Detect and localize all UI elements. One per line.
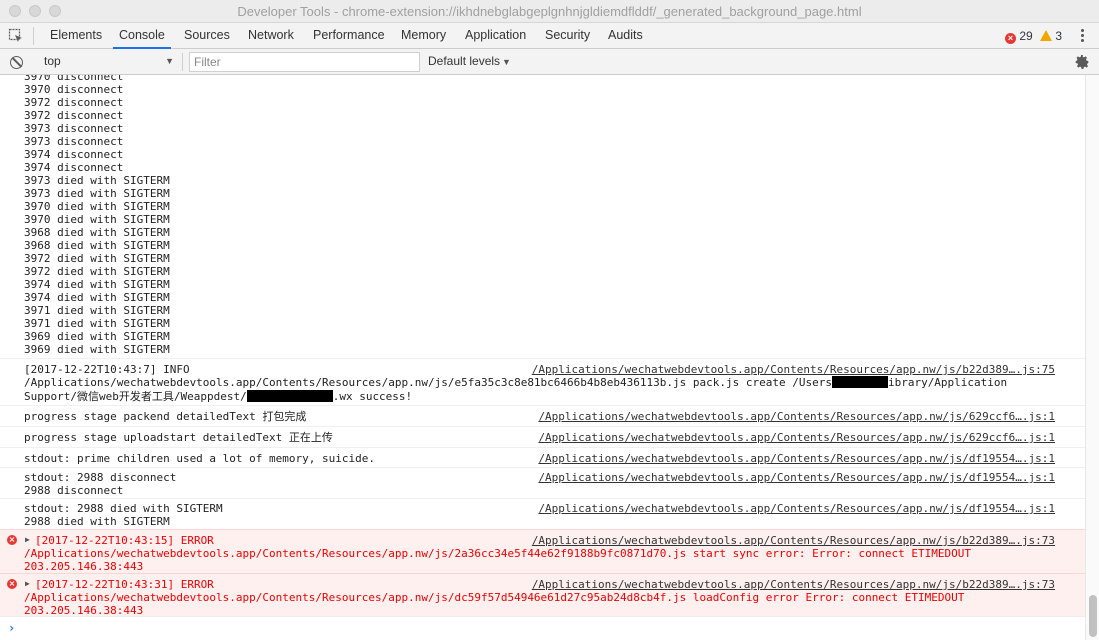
window-title: Developer Tools - chrome-extension://ikh… [237,4,862,19]
source-link[interactable]: /Applications/wechatwebdevtools.app/Cont… [538,431,1055,444]
plain-log-lines: 3970 disconnect 3970 disconnect 3972 dis… [24,75,170,356]
tab-security[interactable]: Security [545,23,590,49]
expand-triangle-icon[interactable]: ▶ [25,535,30,544]
log-levels-label: Default levels [428,54,501,68]
message-text: stdout: 2988 disconnect 2988 disconnect [24,471,177,497]
console-messages: 3970 disconnect 3970 disconnect 3972 dis… [0,75,1085,640]
message-text: progress stage uploadstart detailedText … [24,431,333,444]
tab-network[interactable]: Network [248,23,294,49]
tab-elements[interactable]: Elements [50,23,102,49]
console-message-info: [2017-12-22T10:43:7] INFO /Applications/… [0,358,1085,404]
tab-application[interactable]: Application [465,23,526,49]
caret-down-icon: ▼ [502,57,511,67]
window-title-bar: Developer Tools - chrome-extension://ikh… [0,0,1099,23]
tab-console[interactable]: Console [113,23,171,49]
context-select[interactable]: top ▼ [36,52,178,71]
expand-triangle-icon[interactable]: ▶ [25,579,30,588]
console-message: stdout: 2988 died with SIGTERM 2988 died… [0,498,1085,529]
filter-input[interactable] [189,52,420,72]
console-message: stdout: 2988 disconnect 2988 disconnect … [0,467,1085,498]
console-message-error: × ▶ [2017-12-22T10:43:31] ERROR /Applica… [0,573,1085,617]
console-message: progress stage packend detailedText 打包完成… [0,405,1085,426]
inspect-element-icon[interactable] [8,28,24,44]
console-message: stdout: prime children used a lot of mem… [0,447,1085,467]
divider [33,27,34,45]
divider [182,53,183,71]
scrollbar-thumb[interactable] [1089,595,1097,637]
context-value: top [44,54,61,68]
source-link[interactable]: /Applications/wechatwebdevtools.app/Cont… [532,534,1055,547]
tab-sources[interactable]: Sources [184,23,230,49]
console-scrollbar[interactable] [1085,75,1099,640]
warning-count: 3 [1055,29,1063,43]
console-message-error: × ▶ [2017-12-22T10:43:15] ERROR /Applica… [0,529,1085,573]
devtools-tab-bar: Elements Console Sources Network Perform… [0,23,1099,49]
issue-counts[interactable]: × 29 3 [1005,28,1062,44]
kebab-menu-icon[interactable] [1076,27,1088,45]
message-text-detail: /Applications/wechatwebdevtools.app/Cont… [24,591,965,617]
message-text: stdout: prime children used a lot of mem… [24,452,375,465]
message-text: [2017-12-22T10:43:7] INFO [24,363,190,376]
message-text-line2: /Applications/wechatwebdevtools.app/Cont… [24,376,1008,389]
console-toolbar: top ▼ Default levels▼ [0,49,1099,75]
source-link[interactable]: /Applications/wechatwebdevtools.app/Cont… [538,471,1055,484]
message-text-detail: /Applications/wechatwebdevtools.app/Cont… [24,547,972,573]
error-icon: × [1005,33,1016,44]
gear-icon[interactable] [1074,54,1090,70]
message-text: stdout: 2988 died with SIGTERM 2988 died… [24,502,223,528]
log-levels-dropdown[interactable]: Default levels ▼ [428,54,511,68]
source-link[interactable]: /Applications/wechatwebdevtools.app/Cont… [532,363,1055,376]
redacted-block [831,376,888,388]
prompt-chevron-icon: › [8,621,16,635]
error-icon: × [7,579,17,589]
error-count: 29 [1019,29,1033,43]
source-link[interactable]: /Applications/wechatwebdevtools.app/Cont… [532,578,1055,591]
message-text: [2017-12-22T10:43:15] ERROR [35,534,214,547]
console-message: progress stage uploadstart detailedText … [0,426,1085,447]
tab-audits[interactable]: Audits [608,23,643,49]
message-text: progress stage packend detailedText 打包完成 [24,410,307,423]
caret-down-icon: ▼ [165,56,174,66]
clear-console-icon[interactable] [10,56,23,69]
source-link[interactable]: /Applications/wechatwebdevtools.app/Cont… [538,452,1055,465]
warning-icon [1040,30,1053,41]
tab-memory[interactable]: Memory [401,23,446,49]
console-input[interactable]: › [0,616,1085,640]
error-icon: × [7,535,17,545]
message-text: [2017-12-22T10:43:31] ERROR [35,578,214,591]
tab-performance[interactable]: Performance [313,23,385,49]
source-link[interactable]: /Applications/wechatwebdevtools.app/Cont… [538,410,1055,423]
message-text-line3: Support/微信web开发者工具/Weappdest/.wx success… [24,390,413,403]
source-link[interactable]: /Applications/wechatwebdevtools.app/Cont… [538,502,1055,515]
redacted-block [246,390,333,402]
